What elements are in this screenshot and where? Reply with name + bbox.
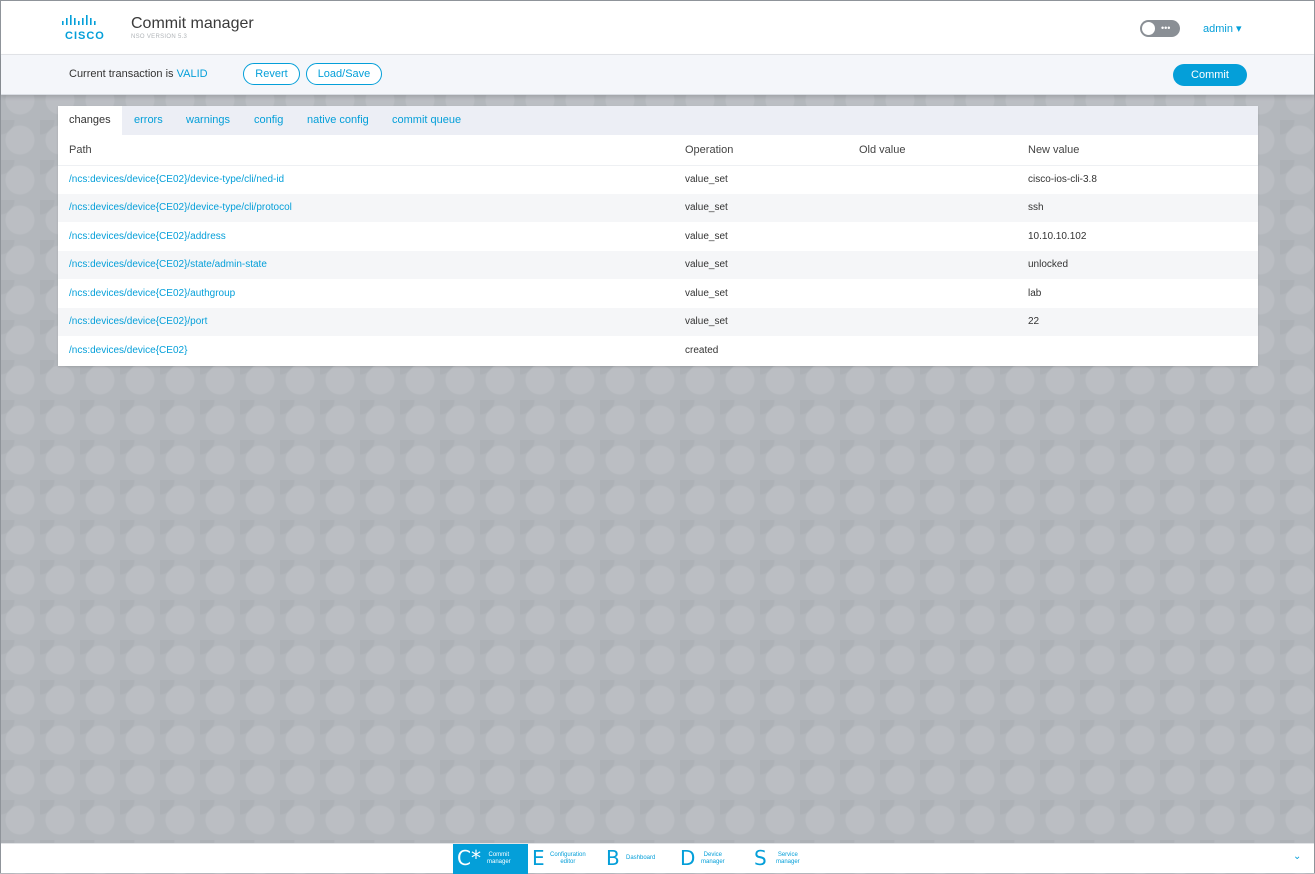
dock-dashboard[interactable]: B Dashboard	[602, 844, 676, 874]
row-path-link[interactable]: /ncs:devices/device{CE02}	[69, 345, 187, 356]
row-path-link[interactable]: /ncs:devices/device{CE02}/device-type/cl…	[69, 174, 284, 185]
commit-button[interactable]: Commit	[1173, 64, 1247, 86]
tab-bar: changes errors warnings config native co…	[58, 106, 1258, 135]
dock-device-manager[interactable]: D Device manager	[676, 844, 750, 874]
changes-panel: changes errors warnings config native co…	[58, 106, 1258, 366]
tab-warnings[interactable]: warnings	[175, 106, 241, 135]
row-operation: value_set	[685, 316, 728, 327]
dock-label: Service manager	[776, 852, 800, 865]
column-header-new-value[interactable]: New value	[1028, 144, 1079, 156]
table-header: Path Operation Old value New value	[58, 135, 1258, 166]
dock-label: Device manager	[701, 852, 725, 865]
dock-commit-manager-icon: C*	[457, 846, 481, 870]
dock-configuration-editor-icon: E	[532, 846, 545, 870]
row-new-value: 22	[1028, 316, 1040, 327]
row-path-link[interactable]: /ncs:devices/device{CE02}/authgroup	[69, 288, 235, 299]
transaction-status: Current transaction is VALID	[69, 68, 208, 80]
dock-configuration-editor[interactable]: E Configuration editor	[528, 844, 602, 874]
row-operation: value_set	[685, 288, 728, 299]
row-new-value: cisco-ios-cli-3.8	[1028, 174, 1097, 185]
row-path-link[interactable]: /ncs:devices/device{CE02}/state/admin-st…	[69, 259, 267, 270]
transaction-status-prefix: Current transaction is	[69, 68, 177, 80]
row-new-value: lab	[1028, 288, 1042, 299]
dock-service-manager-icon: S	[754, 846, 767, 870]
dock-label: Commit manager	[487, 852, 511, 865]
row-operation: value_set	[685, 259, 728, 270]
table-row[interactable]: /ncs:devices/device{CE02}/port value_set…	[58, 308, 1258, 336]
table-row[interactable]: /ncs:devices/device{CE02}/authgroup valu…	[58, 280, 1258, 308]
row-operation: value_set	[685, 202, 728, 213]
table-row[interactable]: /ncs:devices/device{CE02}/state/admin-st…	[58, 251, 1258, 279]
toggle-knob	[1142, 22, 1155, 35]
user-menu[interactable]: admin ▾	[1203, 22, 1242, 35]
load-save-button[interactable]: Load/Save	[306, 63, 382, 85]
tab-native-config[interactable]: native config	[296, 106, 380, 135]
row-new-value: 10.10.10.102	[1028, 231, 1087, 242]
dock-label: Configuration editor	[550, 852, 586, 865]
tab-changes[interactable]: changes	[58, 106, 122, 135]
row-path-link[interactable]: /ncs:devices/device{CE02}/address	[69, 231, 226, 242]
tab-config[interactable]: config	[243, 106, 294, 135]
version-label: NSO VERSION 5.3	[131, 34, 188, 40]
cisco-logo-icon[interactable]: CISCO	[61, 15, 109, 42]
chevron-down-icon[interactable]: ⌄	[1293, 851, 1301, 862]
row-path-link[interactable]: /ncs:devices/device{CE02}/port	[69, 316, 207, 327]
column-header-old-value[interactable]: Old value	[859, 144, 905, 156]
row-new-value: ssh	[1028, 202, 1044, 213]
toggle-switch-icon[interactable]: •••	[1140, 20, 1180, 37]
row-operation: value_set	[685, 231, 728, 242]
toggle-dots: •••	[1161, 23, 1171, 33]
transaction-bar: Current transaction is VALID Revert Load…	[1, 55, 1314, 95]
row-operation: created	[685, 345, 719, 356]
table-row[interactable]: /ncs:devices/device{CE02}/device-type/cl…	[58, 194, 1258, 222]
row-path-link[interactable]: /ncs:devices/device{CE02}/device-type/cl…	[69, 202, 292, 213]
table-row[interactable]: /ncs:devices/device{CE02}/device-type/cl…	[58, 166, 1258, 194]
dock-dashboard-icon: B	[606, 846, 620, 870]
revert-button[interactable]: Revert	[243, 63, 300, 85]
row-new-value: unlocked	[1028, 259, 1069, 270]
column-header-path[interactable]: Path	[69, 144, 92, 156]
page-title: Commit manager	[131, 15, 254, 32]
dock-service-manager[interactable]: S Service manager	[750, 844, 828, 874]
dock-commit-manager[interactable]: C* Commit manager	[453, 844, 528, 874]
app-dock: C* Commit manager E Configuration editor B…	[1, 843, 1314, 874]
dock-label: Dashboard	[626, 855, 656, 861]
table-row[interactable]: /ncs:devices/device{CE02}/address value_…	[58, 223, 1258, 251]
tab-commit-queue[interactable]: commit queue	[381, 106, 472, 135]
transaction-status-value: VALID	[176, 68, 208, 80]
column-header-operation[interactable]: Operation	[685, 144, 733, 156]
row-operation: value_set	[685, 174, 728, 185]
table-row[interactable]: /ncs:devices/device{CE02} created	[58, 337, 1258, 365]
logo-wordmark: CISCO	[65, 30, 105, 42]
tab-errors[interactable]: errors	[123, 106, 174, 135]
app-header: CISCO Commit manager NSO VERSION 5.3 •••…	[1, 1, 1314, 55]
dock-device-manager-icon: D	[680, 846, 696, 870]
